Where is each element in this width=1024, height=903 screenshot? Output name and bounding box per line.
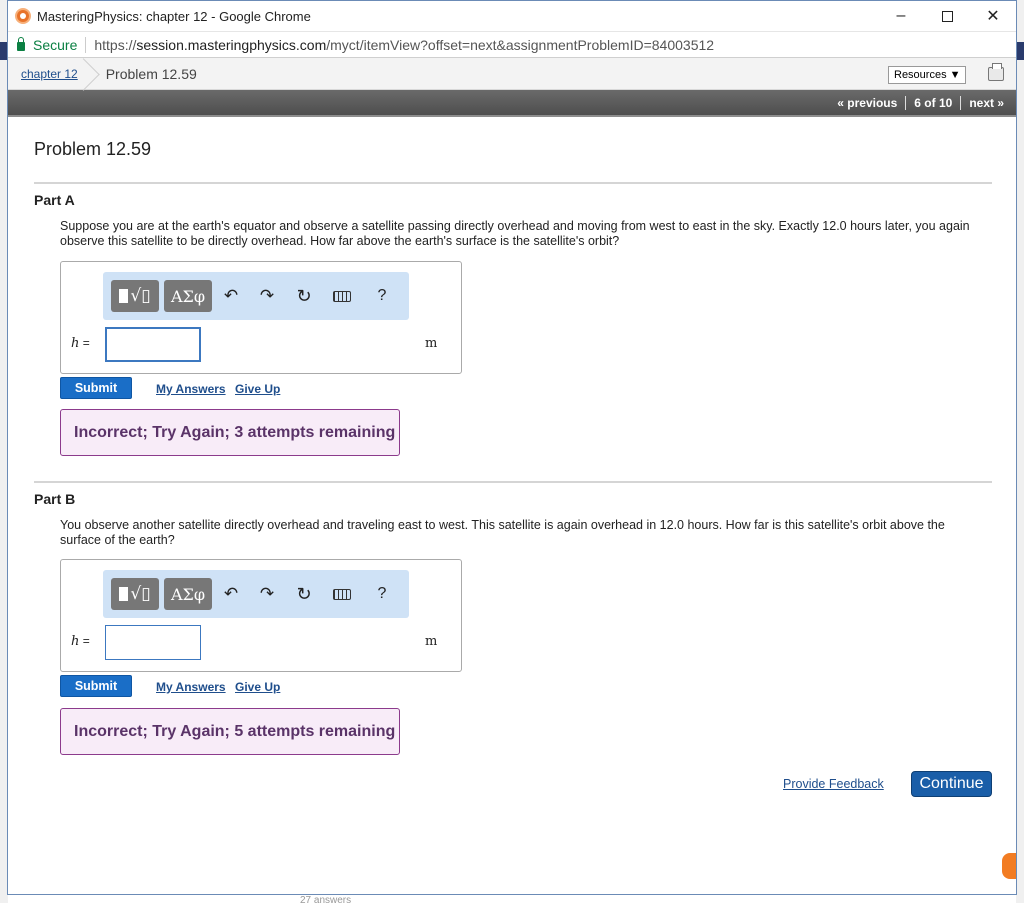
math-toolbar: √▯ ΑΣφ ↶ ↷ ↻ ? <box>103 570 409 618</box>
address-bar[interactable]: Secure https://session.masteringphysics.… <box>8 31 1016 58</box>
divider <box>85 36 87 53</box>
part-b-my-answers-link[interactable]: My Answers <box>156 680 226 694</box>
variable-label: h = <box>71 336 90 351</box>
part-a-answer-input[interactable] <box>105 327 201 362</box>
window-title: MasteringPhysics: chapter 12 - Google Ch… <box>37 8 311 24</box>
close-button[interactable]: ✕ <box>970 1 1016 31</box>
page-title: Problem 12.59 <box>34 139 152 159</box>
unit-label: m <box>425 336 438 351</box>
breadcrumb: chapter 12 Problem 12.59 Resources ▼ <box>8 58 1016 90</box>
next-link[interactable]: next » <box>969 96 1004 110</box>
continue-button[interactable]: Continue <box>911 771 992 797</box>
part-b-submit-button[interactable]: Submit <box>60 675 132 697</box>
close-icon: ✕ <box>986 8 1000 25</box>
part-a-question: Suppose you are at the earth's equator a… <box>60 219 970 248</box>
keyboard-icon[interactable] <box>330 282 354 310</box>
part-b-answer-box: √▯ ΑΣφ ↶ ↷ ↻ ? h = m <box>60 559 462 672</box>
minimize-button[interactable]: – <box>878 1 924 31</box>
background-text: 27 answers <box>300 895 352 903</box>
divider <box>34 182 992 184</box>
secure-label: Secure <box>33 36 78 53</box>
maximize-icon <box>941 10 953 22</box>
templates-button[interactable]: √▯ <box>111 280 159 312</box>
breadcrumb-current: Problem 12.59 <box>105 65 197 82</box>
previous-link[interactable]: « previous <box>837 96 897 110</box>
part-b-feedback: Incorrect; Try Again; 5 attempts remaini… <box>60 708 400 755</box>
part-a-feedback: Incorrect; Try Again; 3 attempts remaini… <box>60 409 400 456</box>
resources-dropdown[interactable]: Resources ▼ <box>888 66 966 84</box>
part-b-question: You observe another satellite directly o… <box>60 518 945 547</box>
background-window-edge <box>1016 0 1024 903</box>
greek-symbols-button[interactable]: ΑΣφ <box>164 578 212 610</box>
help-icon[interactable]: ? <box>370 580 394 608</box>
mastering-logo-icon <box>15 8 31 24</box>
maximize-button[interactable] <box>924 1 970 31</box>
part-a-label: Part A <box>34 192 75 208</box>
part-a-give-up-link[interactable]: Give Up <box>235 382 280 396</box>
part-b-label: Part B <box>34 491 76 507</box>
divider <box>960 95 962 110</box>
chevron-right-icon <box>86 58 98 90</box>
templates-button[interactable]: √▯ <box>111 578 159 610</box>
reset-icon[interactable]: ↻ <box>292 282 316 310</box>
keyboard-icon[interactable] <box>330 580 354 608</box>
provide-feedback-link[interactable]: Provide Feedback <box>783 777 884 791</box>
part-a-answer-box: √▯ ΑΣφ ↶ ↷ ↻ ? h = m <box>60 261 462 374</box>
math-toolbar: √▯ ΑΣφ ↶ ↷ ↻ ? <box>103 272 409 320</box>
part-a-submit-button[interactable]: Submit <box>60 377 132 399</box>
undo-icon[interactable]: ↶ <box>219 580 243 608</box>
redo-icon[interactable]: ↷ <box>255 282 279 310</box>
reset-icon[interactable]: ↻ <box>292 580 316 608</box>
greek-symbols-button[interactable]: ΑΣφ <box>164 280 212 312</box>
part-b-give-up-link[interactable]: Give Up <box>235 680 280 694</box>
undo-icon[interactable]: ↶ <box>219 282 243 310</box>
part-a-my-answers-link[interactable]: My Answers <box>156 382 226 396</box>
url-text[interactable]: https://session.masteringphysics.com/myc… <box>94 37 714 53</box>
variable-label: h = <box>71 634 90 649</box>
printer-icon[interactable] <box>988 63 1004 81</box>
problem-nav-bar: « previous 6 of 10 next » <box>8 90 1016 117</box>
floating-logo-icon <box>1002 853 1016 879</box>
browser-window: MasteringPhysics: chapter 12 - Google Ch… <box>7 0 1017 895</box>
unit-label: m <box>425 634 438 649</box>
part-b-answer-input[interactable] <box>105 625 201 660</box>
title-bar: MasteringPhysics: chapter 12 - Google Ch… <box>8 1 1016 31</box>
help-icon[interactable]: ? <box>370 282 394 310</box>
lock-icon <box>17 36 25 51</box>
problem-position: 6 of 10 <box>914 95 953 110</box>
divider <box>34 481 992 483</box>
redo-icon[interactable]: ↷ <box>255 580 279 608</box>
divider <box>905 95 907 110</box>
